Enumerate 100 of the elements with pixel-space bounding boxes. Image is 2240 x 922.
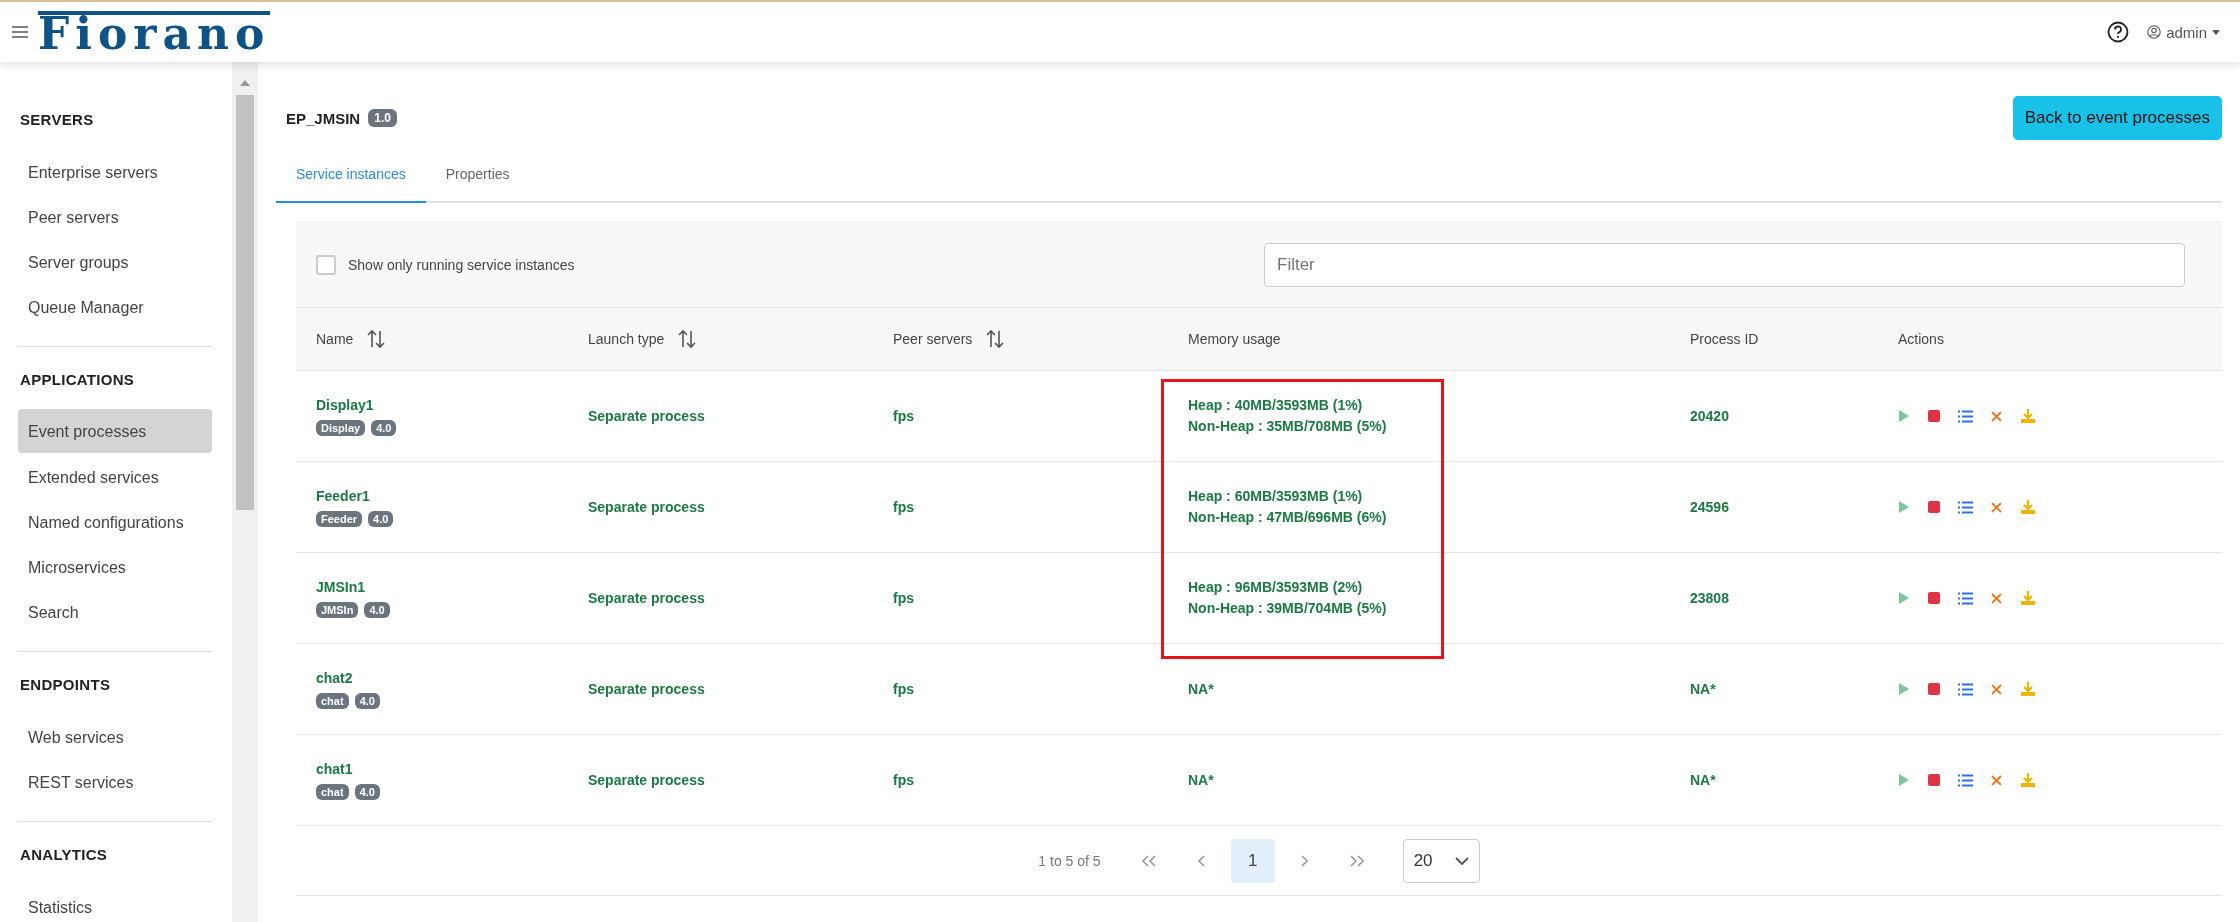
stop-icon[interactable] (1928, 592, 1940, 604)
sidebar-item[interactable]: Queue Manager (18, 284, 212, 329)
memory-usage: NA* (1188, 770, 1215, 790)
sidebar-item[interactable]: Web services (18, 714, 212, 759)
sidebar-item[interactable]: Statistics (18, 884, 212, 922)
tag-badge: 4.0 (364, 601, 390, 618)
sidebar-item[interactable]: Enterprise servers (18, 149, 212, 194)
tag-badge: 4.0 (354, 783, 380, 800)
tag-badge: chat (316, 783, 349, 800)
list-icon[interactable] (1958, 409, 1973, 423)
chevron-icon (1454, 856, 1469, 865)
instance-name[interactable]: JMSIn1 (316, 578, 568, 595)
logo: Fiorano (38, 11, 271, 53)
peer-server: fps (893, 590, 915, 606)
column-title: Memory usage (1188, 331, 1281, 347)
page-summary: 1 to 5 of 5 (1038, 852, 1101, 869)
close-icon[interactable] (1991, 683, 2002, 695)
scrollbar-thumb[interactable] (236, 95, 254, 510)
memory-usage: Heap : 60MB/3593MB (1%) (1188, 487, 1364, 506)
process-id: NA* (1690, 772, 1717, 788)
launch-type: Separate process (588, 772, 706, 788)
tab[interactable]: Service instances (276, 146, 426, 203)
user-menu[interactable]: admin (2147, 23, 2220, 41)
instance-name[interactable]: chat2 (316, 669, 568, 686)
checkbox-label: Show only running service instances (348, 256, 575, 273)
section-title: ENDPOINTS (19, 675, 112, 695)
play-icon[interactable] (1898, 500, 1910, 514)
sidebar-item[interactable]: Named configurations (18, 499, 212, 544)
column-title: Peer servers (893, 331, 973, 347)
user-icon (2147, 25, 2162, 39)
menu-icon[interactable] (12, 26, 28, 38)
sidebar-item[interactable]: Search (18, 589, 212, 634)
download-icon[interactable] (2020, 681, 2036, 697)
download-icon[interactable] (2020, 408, 2036, 424)
peer-server: fps (893, 681, 915, 697)
process-id: 24596 (1690, 499, 1730, 515)
page-title: EP_JMSIN (286, 109, 361, 127)
close-icon[interactable] (1991, 592, 2002, 604)
sidebar-item[interactable]: REST services (18, 759, 212, 804)
instance-name[interactable]: Feeder1 (316, 487, 568, 504)
scroll-up-icon[interactable] (240, 80, 250, 86)
peer-server: fps (893, 408, 915, 424)
page-size-select[interactable]: 20 (1402, 838, 1480, 883)
sidebar-item[interactable]: Server groups (18, 239, 212, 284)
sidebar-item[interactable]: Peer servers (18, 194, 212, 239)
memory-usage: Non-Heap : 35MB/708MB (5%) (1188, 417, 1388, 436)
close-icon[interactable] (1991, 410, 2002, 422)
stop-icon[interactable] (1928, 774, 1940, 786)
play-icon[interactable] (1898, 773, 1910, 787)
column-header[interactable]: Peer servers (873, 307, 1168, 370)
process-id: NA* (1690, 681, 1717, 697)
column-title: Process ID (1690, 331, 1759, 347)
download-icon[interactable] (2020, 772, 2036, 788)
play-icon[interactable] (1898, 682, 1910, 696)
tag-badge: JMSIn (316, 601, 359, 618)
stop-icon[interactable] (1928, 683, 1940, 695)
stop-icon[interactable] (1928, 410, 1940, 422)
tag-badge: Display (316, 419, 366, 436)
close-icon[interactable] (1991, 501, 2002, 513)
process-id: 23808 (1690, 590, 1730, 606)
play-icon[interactable] (1898, 591, 1910, 605)
download-icon[interactable] (2020, 499, 2036, 515)
tab[interactable]: Properties (425, 146, 530, 203)
play-icon[interactable] (1898, 409, 1910, 423)
version-badge: 1.0 (368, 109, 397, 127)
column-title: Actions (1898, 331, 1944, 347)
instance-name[interactable]: Display1 (316, 396, 568, 413)
close-icon[interactable] (1991, 774, 2002, 786)
back-button[interactable]: Back to event processes (2012, 96, 2222, 140)
column-header[interactable]: Launch type (568, 307, 873, 370)
tag-badge: 4.0 (368, 510, 394, 527)
instance-name[interactable]: chat1 (316, 760, 568, 777)
scrollbar[interactable] (232, 62, 258, 922)
download-icon[interactable] (2020, 590, 2036, 606)
launch-type: Separate process (588, 681, 706, 697)
memory-usage: Heap : 96MB/3593MB (2%) (1188, 578, 1364, 597)
sort-icon[interactable] (367, 329, 386, 349)
sidebar-item[interactable]: Microservices (18, 544, 212, 589)
section-title: ANALYTICS (19, 845, 109, 865)
sidebar-item[interactable]: Event processes (18, 409, 212, 453)
list-icon[interactable] (1958, 591, 1973, 605)
sort-icon[interactable] (678, 329, 697, 349)
process-id: 20420 (1690, 408, 1730, 424)
page-button[interactable]: 1 (1230, 838, 1275, 883)
filter-field[interactable]: Filter (1264, 242, 2185, 287)
launch-type: Separate process (588, 590, 706, 606)
column-header[interactable]: Name (296, 307, 568, 370)
stop-icon[interactable] (1928, 501, 1940, 513)
memory-usage: Non-Heap : 47MB/696MB (6%) (1188, 508, 1388, 527)
sidebar-item[interactable]: Extended services (18, 454, 212, 499)
help-icon[interactable] (2107, 21, 2130, 43)
memory-usage: Non-Heap : 39MB/704MB (5%) (1188, 599, 1388, 618)
section-title: APPLICATIONS (19, 370, 136, 390)
checkbox[interactable] (316, 254, 336, 275)
list-icon[interactable] (1958, 682, 1973, 696)
list-icon[interactable] (1958, 773, 1973, 787)
sort-icon[interactable] (986, 329, 1005, 349)
peer-server: fps (893, 772, 915, 788)
list-icon[interactable] (1958, 500, 1973, 514)
tag-badge: chat (316, 692, 349, 709)
